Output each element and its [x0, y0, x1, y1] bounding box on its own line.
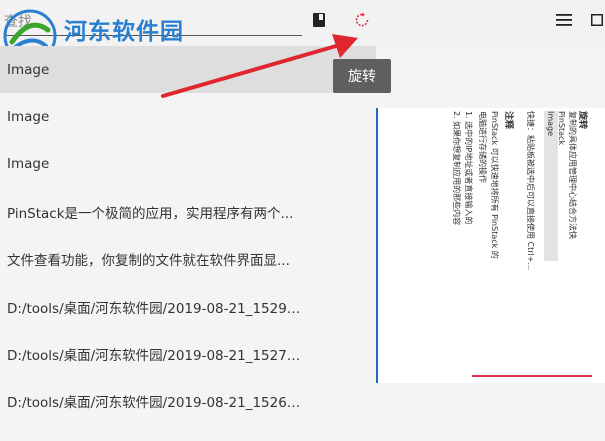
list-item[interactable]: Image — [0, 141, 376, 188]
rotate-button[interactable] — [350, 8, 374, 32]
preview-line: 2. 如果你想复制应用的那些内容 — [451, 110, 461, 225]
list-item[interactable]: D:/tools/桌面/河东软件园/2019-08-21_152614.... — [0, 378, 376, 425]
search-input[interactable] — [4, 8, 302, 36]
preview-panel: 旋转 复制的具体应用管理中心结合方法快 PinStack Image 快捷：粘贴… — [376, 108, 605, 383]
preview-line: 1. 选中的IP地址或者直接输入的 — [463, 110, 473, 224]
preview-accent-bar — [471, 374, 592, 377]
preview-line: PinStack 可以快速地将所有 PinStack 的 — [489, 110, 499, 259]
book-icon — [313, 13, 325, 27]
list-item[interactable]: D:/tools/桌面/河东软件园/2019-08-21_152912.... — [0, 283, 376, 330]
top-toolbar — [0, 0, 605, 46]
hamburger-menu-icon — [556, 14, 572, 26]
list-item[interactable]: Image — [0, 46, 376, 94]
preview-line: 快捷：粘贴板被选中后可以直接使用 Ctrl+... — [525, 110, 535, 270]
list-item[interactable]: PinStack是一个极简的应用，实用程序有两个... — [0, 188, 376, 235]
history-list: Image Image Image PinStack是一个极简的应用，实用程序有… — [0, 46, 376, 441]
preview-line: 注释 — [502, 110, 513, 129]
preview-line: 电脑进行存储的操作 — [477, 110, 487, 183]
list-item[interactable]: D:/tools/桌面/河东软件园/2019-08-21_152705.... — [0, 330, 376, 377]
list-item[interactable]: Image — [0, 93, 376, 140]
menu-button[interactable] — [552, 8, 576, 32]
maximize-icon — [591, 14, 603, 26]
book-button[interactable] — [307, 8, 331, 32]
preview-line: PinStack — [556, 110, 566, 145]
maximize-button[interactable] — [585, 8, 605, 32]
preview-line: 复制的具体应用管理中心结合方法快 — [567, 110, 577, 239]
preview-line: Image — [545, 110, 555, 136]
rotate-tooltip: 旋转 — [333, 59, 391, 93]
rotated-preview-content: 旋转 复制的具体应用管理中心结合方法快 PinStack Image 快捷：粘贴… — [392, 110, 592, 381]
rotate-icon — [355, 12, 369, 27]
list-item[interactable]: 文件查看功能，你复制的文件就在软件界面显... — [0, 236, 376, 283]
preview-line: 旋转 — [576, 110, 587, 129]
